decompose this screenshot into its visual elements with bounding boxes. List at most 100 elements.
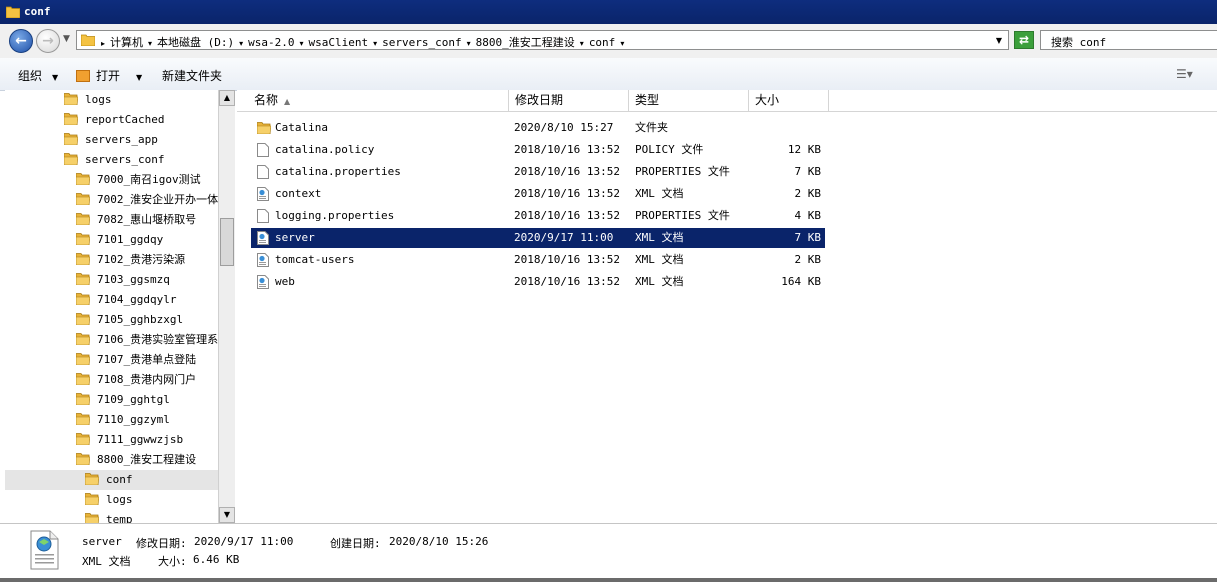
- breadcrumb-separator-icon[interactable]: ▾: [580, 39, 584, 48]
- tree-item[interactable]: 7103_ggsmzq: [5, 270, 218, 290]
- tree-item[interactable]: 8800_淮安工程建设: [5, 450, 218, 470]
- breadcrumb-item[interactable]: wsaClient: [309, 36, 369, 49]
- breadcrumb-item[interactable]: wsa-2.0: [248, 36, 294, 49]
- file-row[interactable]: catalina.policy 2018/10/16 13:52 POLICY 文件…: [251, 140, 825, 160]
- folder-icon: [75, 312, 91, 326]
- forward-button[interactable]: →: [36, 29, 60, 53]
- folder-icon: [75, 212, 91, 226]
- tree-item-label: reportCached: [85, 113, 165, 126]
- details-created: 2020/8/10 15:26: [389, 535, 489, 548]
- tree-item-label: 7082_惠山堰桥取号: [97, 213, 197, 226]
- file-size: 164 KB: [781, 275, 821, 288]
- breadcrumb-separator-icon[interactable]: ▾: [300, 39, 304, 48]
- scroll-down-icon[interactable]: ▼: [219, 507, 235, 523]
- tree-item[interactable]: logs: [5, 90, 218, 110]
- tree-item-label: 7108_贵港内网门户: [97, 373, 197, 386]
- folder-icon: [6, 6, 20, 18]
- file-type: PROPERTIES 文件: [635, 209, 730, 222]
- file-row[interactable]: logging.properties 2018/10/16 13:52 PROPER…: [251, 206, 825, 226]
- breadcrumb-separator-icon[interactable]: ▾: [148, 39, 152, 48]
- folder-icon: [75, 252, 91, 266]
- file-list: Catalina 2020/8/10 15:27 文件夹 catalina.polic…: [237, 112, 1217, 522]
- arrow-left-icon: ←: [15, 33, 27, 49]
- file-row[interactable]: context 2018/10/16 13:52 XML 文档 2 KB: [251, 184, 825, 204]
- tree-item[interactable]: 7107_贵港单点登陆: [5, 350, 218, 370]
- new-folder-button[interactable]: 新建文件夹: [162, 67, 222, 84]
- refresh-button[interactable]: ⇄: [1014, 31, 1034, 49]
- breadcrumb-separator-icon[interactable]: ▾: [467, 39, 471, 48]
- organize-button[interactable]: 组织 ▼: [18, 67, 58, 84]
- tree-item[interactable]: 7111_ggwwzjsb: [5, 430, 218, 450]
- navigation-scrollbar[interactable]: ▲ ▼: [218, 90, 235, 523]
- column-header: 名称 ▲ 修改日期 类型 大小: [237, 90, 1217, 112]
- breadcrumb-separator-icon[interactable]: ▸: [101, 39, 105, 48]
- tree-item-label: servers_conf: [85, 153, 165, 166]
- view-options-icon[interactable]: ☰▾: [1176, 67, 1193, 81]
- tree-item[interactable]: 7109_gghtgl: [5, 390, 218, 410]
- breadcrumb-item[interactable]: conf: [589, 36, 616, 49]
- breadcrumb-separator-icon[interactable]: ▾: [373, 39, 377, 48]
- tree-item-label: 7111_ggwwzjsb: [97, 433, 184, 446]
- title-bar[interactable]: conf: [0, 0, 1217, 24]
- tree-item[interactable]: logs: [5, 490, 218, 510]
- breadcrumb-item[interactable]: 本地磁盘 (D:): [157, 36, 234, 49]
- scroll-up-icon[interactable]: ▲: [219, 90, 235, 106]
- column-type[interactable]: 类型: [629, 90, 749, 111]
- breadcrumb-item[interactable]: servers_conf: [382, 36, 461, 49]
- details-name: server: [82, 535, 122, 548]
- search-input[interactable]: 搜索 conf: [1040, 30, 1217, 50]
- file-type: XML 文档: [635, 231, 684, 244]
- breadcrumb-separator-icon[interactable]: ▾: [239, 39, 243, 48]
- file-row[interactable]: web 2018/10/16 13:52 XML 文档 164 KB: [251, 272, 825, 292]
- tree-item-label: 7106_贵港实验室管理系: [97, 333, 218, 346]
- back-button[interactable]: ←: [9, 29, 33, 53]
- new-folder-label: 新建文件夹: [162, 69, 223, 83]
- tree-item[interactable]: 7105_gghbzxgl: [5, 310, 218, 330]
- details-modified: 2020/9/17 11:00: [194, 535, 294, 548]
- folder-icon: [63, 112, 79, 126]
- tree-item[interactable]: 7110_ggzyml: [5, 410, 218, 430]
- file-size: 7 KB: [794, 231, 822, 244]
- tree-item[interactable]: 7102_贵港污染源: [5, 250, 218, 270]
- folder-icon: [75, 432, 91, 446]
- breadcrumb-item[interactable]: 8800_淮安工程建设: [476, 36, 575, 49]
- open-button[interactable]: 打开 ▼: [76, 67, 142, 84]
- tree-item[interactable]: conf: [5, 470, 218, 490]
- address-dropdown[interactable]: ▼: [996, 36, 1002, 45]
- folder-icon: [75, 352, 91, 366]
- column-modified[interactable]: 修改日期: [509, 90, 629, 111]
- tree-item[interactable]: 7082_惠山堰桥取号: [5, 210, 218, 230]
- file-row[interactable]: catalina.properties 2018/10/16 13:52 PROPE…: [251, 162, 825, 182]
- tree-item[interactable]: 7104_ggdqylr: [5, 290, 218, 310]
- tree-item[interactable]: 7002_淮安企业开办一体: [5, 190, 218, 210]
- tree-item[interactable]: reportCached: [5, 110, 218, 130]
- file-row[interactable]: tomcat-users 2018/10/16 13:52 XML 文档 2 KB: [251, 250, 825, 270]
- file-row[interactable]: server 2020/9/17 11:00 XML 文档 7 KB: [251, 228, 825, 248]
- tree-item-label: 7107_贵港单点登陆: [97, 353, 197, 366]
- tree-item[interactable]: servers_conf: [5, 150, 218, 170]
- tree-item[interactable]: temp: [5, 510, 218, 523]
- tree-item[interactable]: 7101_ggdqy: [5, 230, 218, 250]
- window-title: conf: [24, 5, 51, 18]
- history-dropdown[interactable]: ▼: [63, 34, 70, 44]
- file-modified: 2018/10/16 13:52: [514, 165, 620, 178]
- tree-item[interactable]: 7108_贵港内网门户: [5, 370, 218, 390]
- file-name: logging.properties: [275, 209, 395, 222]
- file-row[interactable]: Catalina 2020/8/10 15:27 文件夹: [251, 118, 825, 138]
- column-size-label: 大小: [755, 93, 780, 107]
- breadcrumb-separator-icon[interactable]: ▾: [620, 39, 624, 48]
- file-modified: 2018/10/16 13:52: [514, 253, 620, 266]
- file-size: 2 KB: [794, 187, 822, 200]
- column-modified-label: 修改日期: [515, 93, 564, 107]
- column-name[interactable]: 名称 ▲: [248, 90, 509, 111]
- column-size[interactable]: 大小: [749, 90, 829, 111]
- address-box[interactable]: ▸ 计算机 ▾ 本地磁盘 (D:) ▾ wsa-2.0 ▾ wsaClient ▾ servers…: [76, 30, 1009, 50]
- folder-icon: [84, 472, 100, 486]
- tree-item[interactable]: servers_app: [5, 130, 218, 150]
- file-modified: 2018/10/16 13:52: [514, 209, 620, 222]
- tree-item[interactable]: 7106_贵港实验室管理系: [5, 330, 218, 350]
- tree-item[interactable]: 7000_南召igov测试: [5, 170, 218, 190]
- scroll-thumb[interactable]: [220, 218, 234, 266]
- navigation-pane[interactable]: logs reportCached servers_app servers_conf 7…: [5, 90, 218, 523]
- breadcrumb-item[interactable]: 计算机: [110, 36, 143, 49]
